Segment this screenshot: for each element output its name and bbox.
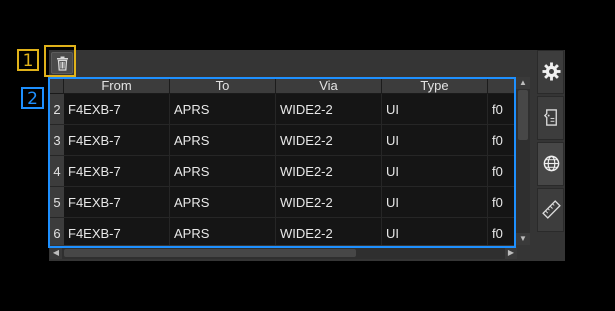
horizontal-scroll-thumb[interactable]	[64, 249, 356, 257]
ruler-button[interactable]	[537, 188, 564, 232]
map-button[interactable]	[537, 142, 564, 186]
scroll-down-button[interactable]: ▼	[516, 233, 530, 245]
vertical-scrollbar[interactable]: ▲ ▼	[516, 77, 530, 245]
callout-1-highlight	[44, 45, 76, 77]
app-window: 1 2 From To Via Type 2 F4EXB-7 APRS WIDE…	[0, 0, 615, 311]
scroll-left-button[interactable]: ◀	[50, 247, 62, 259]
callout-1: 1	[17, 49, 39, 71]
vertical-scroll-thumb[interactable]	[518, 90, 528, 140]
callout-2-highlight	[48, 77, 516, 248]
tag-icon	[543, 109, 557, 126]
gear-icon	[542, 62, 561, 81]
tool-rail	[536, 50, 565, 261]
horizontal-scrollbar[interactable]: ◀ ▶	[50, 247, 517, 259]
toolbar	[44, 45, 536, 77]
scroll-right-button[interactable]: ▶	[505, 247, 517, 259]
settings-button[interactable]	[537, 50, 564, 94]
ruler-icon	[542, 200, 561, 219]
callout-2: 2	[21, 87, 44, 109]
scroll-up-button[interactable]: ▲	[516, 77, 530, 89]
tag-button[interactable]	[537, 96, 564, 140]
globe-icon	[543, 155, 560, 172]
